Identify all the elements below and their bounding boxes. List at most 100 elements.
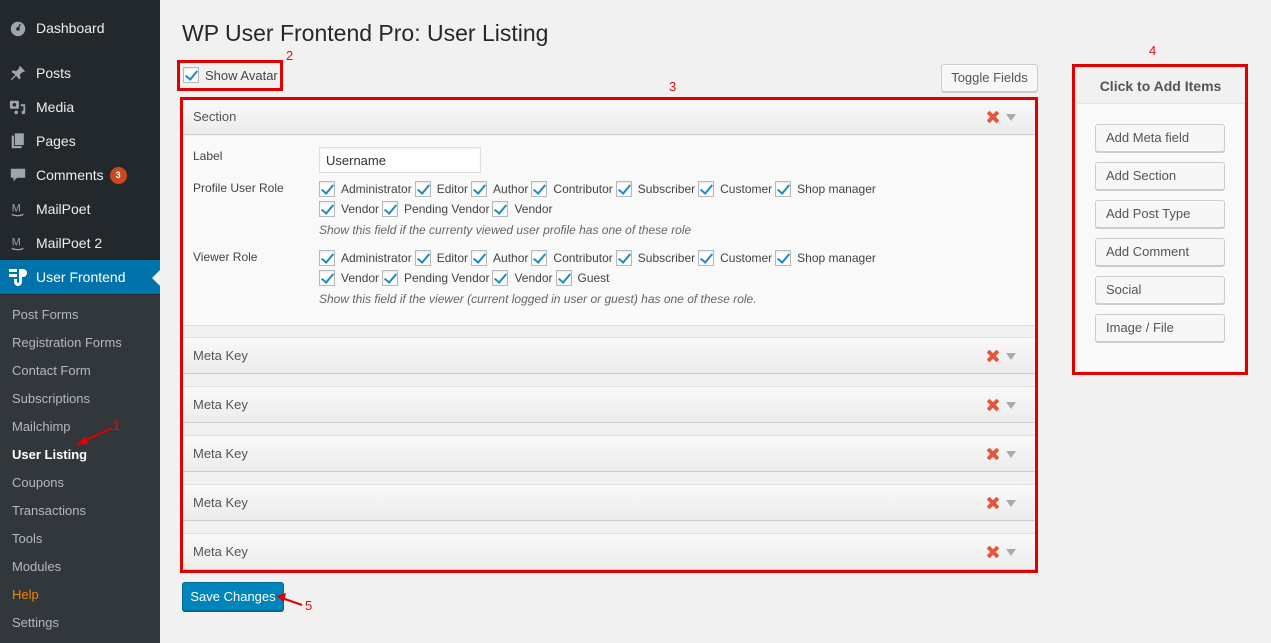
add-post-type-button[interactable]: Add Post Type xyxy=(1095,200,1225,228)
role-option[interactable]: Author xyxy=(471,250,528,266)
submenu-modules[interactable]: Modules xyxy=(12,559,61,574)
menu-item-media[interactable]: Media xyxy=(0,90,160,124)
meta-field-panel[interactable]: Meta Key xyxy=(183,533,1035,570)
role-option[interactable]: Contributor xyxy=(531,250,613,266)
add-section-button[interactable]: Add Section xyxy=(1095,162,1225,190)
expand-arrow-icon[interactable] xyxy=(1006,549,1016,556)
role-checkbox[interactable] xyxy=(382,270,399,286)
role-option[interactable]: Pending Vendor xyxy=(382,270,489,286)
show-avatar-checkbox[interactable] xyxy=(183,67,199,83)
add-comment-button[interactable]: Add Comment xyxy=(1095,238,1225,266)
role-checkbox[interactable] xyxy=(471,181,488,197)
role-checkbox[interactable] xyxy=(471,250,488,266)
add-social-button[interactable]: Social xyxy=(1095,276,1225,304)
submenu-coupons[interactable]: Coupons xyxy=(12,475,64,490)
role-option[interactable]: Editor xyxy=(414,181,468,197)
collapse-arrow-icon[interactable] xyxy=(1006,114,1016,121)
delete-icon[interactable] xyxy=(987,399,999,411)
delete-icon[interactable] xyxy=(987,546,999,558)
role-checkbox[interactable] xyxy=(775,181,792,197)
role-checkbox[interactable] xyxy=(414,181,431,197)
expand-arrow-icon[interactable] xyxy=(1006,500,1016,507)
mailpoet-icon: M xyxy=(0,200,36,218)
meta-field-panel[interactable]: Meta Key xyxy=(183,435,1035,472)
role-label: Contributor xyxy=(553,251,613,265)
role-option[interactable]: Contributor xyxy=(531,181,613,197)
submenu-settings[interactable]: Settings xyxy=(12,615,59,630)
role-checkbox[interactable] xyxy=(531,250,548,266)
role-option[interactable]: Shop manager xyxy=(775,250,876,266)
submenu-subscriptions[interactable]: Subscriptions xyxy=(12,391,90,406)
menu-item-mailpoet[interactable]: M MailPoet xyxy=(0,192,160,226)
menu-item-user-frontend[interactable]: User Frontend xyxy=(0,260,160,294)
show-avatar-label: Show Avatar xyxy=(205,67,278,83)
role-checkbox[interactable] xyxy=(615,181,632,197)
role-option[interactable]: Vendor xyxy=(492,201,553,217)
menu-item-posts[interactable]: Posts xyxy=(0,56,160,90)
role-checkbox[interactable] xyxy=(615,250,632,266)
role-checkbox[interactable] xyxy=(555,270,572,286)
label-input[interactable] xyxy=(319,147,481,173)
role-option[interactable]: Pending Vendor xyxy=(382,201,489,217)
expand-arrow-icon[interactable] xyxy=(1006,353,1016,360)
role-option[interactable]: Shop manager xyxy=(775,181,876,197)
role-checkbox[interactable] xyxy=(775,250,792,266)
submenu-transactions[interactable]: Transactions xyxy=(12,503,86,518)
role-option[interactable]: Subscriber xyxy=(615,181,695,197)
annotation-2: 2 xyxy=(286,48,294,63)
role-checkbox[interactable] xyxy=(492,270,509,286)
role-option[interactable]: Vendor xyxy=(492,270,553,286)
viewer-role-label: Viewer Role xyxy=(193,250,258,264)
role-checkbox[interactable] xyxy=(382,201,399,217)
submenu-help[interactable]: Help xyxy=(12,587,39,602)
submenu-mailchimp[interactable]: Mailchimp xyxy=(12,419,71,434)
add-meta-field-button[interactable]: Add Meta field xyxy=(1095,124,1225,152)
delete-icon[interactable] xyxy=(987,497,999,509)
meta-field-panel[interactable]: Meta Key xyxy=(183,484,1035,521)
role-option[interactable]: Subscriber xyxy=(615,250,695,266)
meta-field-panel[interactable]: Meta Key xyxy=(183,386,1035,423)
role-checkbox[interactable] xyxy=(531,181,548,197)
role-option[interactable]: Vendor xyxy=(319,201,379,217)
role-option[interactable]: Customer xyxy=(698,250,772,266)
delete-icon[interactable] xyxy=(987,350,999,362)
role-checkbox[interactable] xyxy=(492,201,509,217)
save-changes-button[interactable]: Save Changes xyxy=(182,582,284,611)
delete-icon[interactable] xyxy=(987,111,999,123)
role-checkbox[interactable] xyxy=(319,181,335,197)
role-checkbox[interactable] xyxy=(698,181,715,197)
role-option[interactable]: Customer xyxy=(698,181,772,197)
role-checkbox[interactable] xyxy=(319,270,335,286)
submenu-tools[interactable]: Tools xyxy=(12,531,42,546)
role-checkbox[interactable] xyxy=(319,201,335,217)
menu-item-pages[interactable]: Pages xyxy=(0,124,160,158)
submenu-contact-form[interactable]: Contact Form xyxy=(12,363,91,378)
role-checkbox[interactable] xyxy=(698,250,715,266)
section-panel-header[interactable]: Section xyxy=(183,98,1035,135)
menu-item-comments[interactable]: Comments 3 xyxy=(0,158,160,192)
show-avatar-option[interactable]: Show Avatar xyxy=(183,67,278,83)
submenu-post-forms[interactable]: Post Forms xyxy=(12,307,78,322)
meta-field-panel[interactable]: Meta Key xyxy=(183,337,1035,374)
role-option[interactable]: Administrator xyxy=(319,181,412,197)
menu-item-mailpoet-2[interactable]: M MailPoet 2 xyxy=(0,226,160,260)
role-label: Vendor xyxy=(514,271,553,285)
admin-sidebar: Dashboard Posts Media Pages Comments 3 M… xyxy=(0,0,160,643)
role-option[interactable]: Vendor xyxy=(319,270,379,286)
role-checkbox[interactable] xyxy=(414,250,431,266)
menu-item-dashboard[interactable]: Dashboard xyxy=(0,11,160,45)
delete-icon[interactable] xyxy=(987,448,999,460)
expand-arrow-icon[interactable] xyxy=(1006,402,1016,409)
role-option[interactable]: Administrator xyxy=(319,250,412,266)
role-checkbox[interactable] xyxy=(319,250,335,266)
annotation-4: 4 xyxy=(1149,43,1157,58)
role-label: Vendor xyxy=(341,271,380,285)
role-option[interactable]: Editor xyxy=(414,250,468,266)
role-option[interactable]: Guest xyxy=(555,270,610,286)
expand-arrow-icon[interactable] xyxy=(1006,451,1016,458)
toggle-fields-button[interactable]: Toggle Fields xyxy=(941,64,1038,92)
role-option[interactable]: Author xyxy=(471,181,528,197)
menu-label: Dashboard xyxy=(36,20,105,36)
add-image-file-button[interactable]: Image / File xyxy=(1095,314,1225,342)
submenu-registration-forms[interactable]: Registration Forms xyxy=(12,335,122,350)
